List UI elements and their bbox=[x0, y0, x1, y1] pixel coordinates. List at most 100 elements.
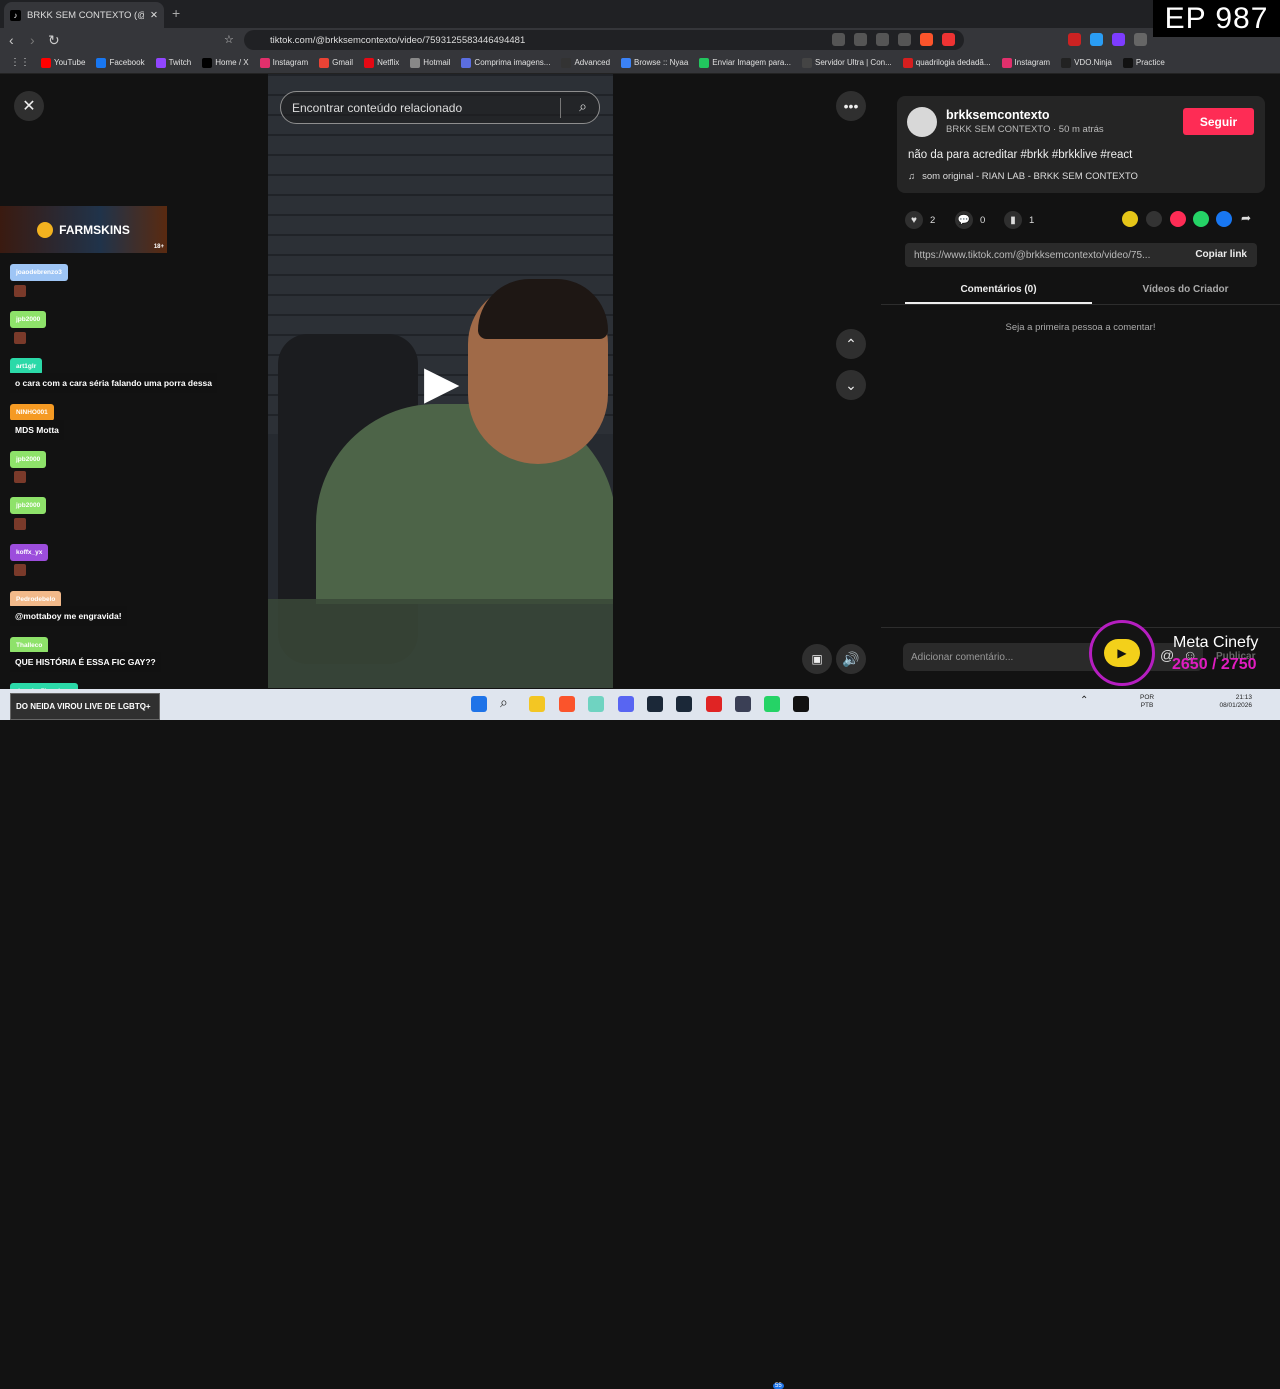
brave-icon[interactable] bbox=[559, 696, 575, 712]
share-icon[interactable] bbox=[898, 33, 911, 46]
bookmark-item[interactable]: Twitch bbox=[155, 57, 191, 68]
language-indicator[interactable]: POR PTB bbox=[1140, 694, 1154, 710]
app-icon[interactable] bbox=[647, 696, 663, 712]
bookmark-item[interactable]: VDO.Ninja bbox=[1061, 57, 1112, 68]
like-action[interactable]: ♥ 2 bbox=[905, 211, 935, 229]
post-link-field[interactable]: https://www.tiktok.com/@brkksemcontexto/… bbox=[905, 243, 1257, 267]
chevron-up-icon[interactable]: ⌃ bbox=[836, 329, 866, 359]
tray-chevron-icon[interactable]: ⌃ bbox=[1080, 695, 1088, 706]
bookmark-favicon-icon bbox=[319, 57, 330, 68]
post-username[interactable]: brkksemcontexto bbox=[946, 108, 1050, 122]
close-icon[interactable]: ✕ bbox=[14, 91, 44, 121]
comment-divider bbox=[881, 627, 1280, 628]
extension-icon[interactable] bbox=[1068, 33, 1081, 46]
tab-divider bbox=[881, 304, 1280, 305]
bookmark-item[interactable]: Comprima imagens... bbox=[461, 57, 550, 68]
chat-username: NINHO001 bbox=[10, 404, 54, 421]
bookmark-item[interactable]: Practice bbox=[1122, 57, 1165, 68]
url-text: tiktok.com/@brkksemcontexto/video/759312… bbox=[270, 34, 526, 46]
cinefy-play-icon: ▶ bbox=[1104, 639, 1140, 667]
whatsapp-icon[interactable] bbox=[1193, 211, 1209, 227]
tab-close-icon[interactable]: ✕ bbox=[150, 10, 158, 21]
tab-creator-videos[interactable]: Vídeos do Criador bbox=[1092, 280, 1279, 304]
bookmark-item[interactable]: Enviar Imagem para... bbox=[699, 57, 791, 68]
bookmark-favicon-icon bbox=[902, 57, 913, 68]
search-taskbar-icon[interactable]: ⌕ bbox=[500, 694, 516, 710]
browser-tab[interactable]: ♪ BRKK SEM CONTEXTO (@brkkse ✕ bbox=[4, 2, 164, 28]
play-icon[interactable]: ▶ bbox=[424, 359, 459, 405]
bookmark-item[interactable]: Instagram bbox=[259, 57, 308, 68]
new-tab-button[interactable]: + bbox=[172, 5, 180, 21]
discord-icon[interactable] bbox=[618, 696, 634, 712]
comment-action[interactable]: 💬 0 bbox=[955, 211, 985, 229]
follow-button[interactable]: Seguir bbox=[1183, 108, 1254, 135]
back-icon[interactable]: ‹ bbox=[9, 32, 14, 48]
file-explorer-icon[interactable] bbox=[529, 696, 545, 712]
tab-comments[interactable]: Comentários (0) bbox=[905, 280, 1092, 304]
steam-icon[interactable] bbox=[676, 696, 692, 712]
bookmark-item[interactable]: Servidor Ultra | Con... bbox=[802, 57, 892, 68]
picture-in-picture-icon[interactable]: ▣ bbox=[802, 644, 832, 674]
volume-icon[interactable]: 🔊 bbox=[836, 644, 866, 674]
whatsapp-taskbar-icon[interactable] bbox=[764, 696, 780, 712]
post-link-text: https://www.tiktok.com/@brkksemcontexto/… bbox=[914, 249, 1151, 261]
cast-icon[interactable] bbox=[854, 33, 867, 46]
chat-username: jpb2000 bbox=[10, 451, 47, 468]
bookmark-item[interactable]: quadrilogia dedadã... bbox=[902, 57, 991, 68]
brave-shield-icon[interactable] bbox=[920, 33, 933, 46]
bookmark-favicon-icon bbox=[1122, 57, 1133, 68]
chat-message: o cara com a cara séria falando uma porr… bbox=[10, 373, 218, 393]
zoom-icon[interactable] bbox=[876, 33, 889, 46]
post-sound[interactable]: ♫ som original - RIAN LAB - BRKK SEM CON… bbox=[908, 171, 1138, 182]
facebook-icon[interactable] bbox=[1216, 211, 1232, 227]
bookmark-favicon-icon bbox=[621, 57, 632, 68]
bookmark-item[interactable]: Advanced bbox=[561, 57, 610, 68]
related-search-input[interactable]: Encontrar conteúdo relacionado ⌕ bbox=[280, 91, 600, 124]
brave-rewards-icon[interactable] bbox=[942, 33, 955, 46]
save-action[interactable]: ▮ 1 bbox=[1004, 211, 1034, 229]
chat-username: koffx_yx bbox=[10, 544, 49, 561]
chat-message: @mottaboy me engravida! bbox=[10, 606, 127, 626]
bookmark-item[interactable]: Instagram bbox=[1001, 57, 1050, 68]
avatar[interactable] bbox=[907, 107, 937, 137]
extension-icon[interactable] bbox=[1112, 33, 1125, 46]
bookmark-item[interactable]: YouTube bbox=[41, 57, 85, 68]
bookmark-favicon-icon bbox=[96, 57, 107, 68]
comment-input[interactable]: Adicionar comentário... bbox=[903, 643, 1203, 671]
translate-icon[interactable] bbox=[832, 33, 845, 46]
comment-icon: 💬 bbox=[955, 211, 973, 229]
bookmark-item[interactable]: Gmail bbox=[319, 57, 353, 68]
share-arrow-icon[interactable]: ➦ bbox=[1241, 211, 1251, 225]
bookmark-star-icon[interactable]: ☆ bbox=[224, 32, 234, 48]
app-icon[interactable] bbox=[735, 696, 751, 712]
chat-emote bbox=[14, 518, 26, 530]
extension-icon[interactable] bbox=[1090, 33, 1103, 46]
music-note-icon: ♫ bbox=[908, 171, 916, 182]
app-icon[interactable] bbox=[588, 696, 604, 712]
search-icon[interactable]: ⌕ bbox=[579, 98, 587, 115]
epic-games-icon[interactable] bbox=[793, 696, 809, 712]
video-bottom-blur bbox=[268, 599, 613, 688]
chat-message: DO NEIDA VIROU LIVE DE LGBTQ+ bbox=[10, 693, 160, 720]
reload-icon[interactable]: ↻ bbox=[48, 32, 60, 48]
app-icon[interactable] bbox=[706, 696, 722, 712]
bookmark-item[interactable]: Home / X bbox=[202, 57, 249, 68]
more-options-icon[interactable]: ••• bbox=[836, 91, 866, 121]
video-player[interactable]: ▶ bbox=[268, 74, 613, 688]
meta-count: 2650 / 2750 bbox=[1172, 656, 1257, 673]
chevron-down-icon[interactable]: ⌄ bbox=[836, 370, 866, 400]
bookmark-item[interactable]: Netflix bbox=[364, 57, 399, 68]
share-embed-icon[interactable] bbox=[1122, 211, 1138, 227]
copy-link-button[interactable]: Copiar link bbox=[1195, 249, 1247, 260]
apps-grid-icon[interactable]: ⋮⋮ bbox=[10, 57, 30, 68]
chat-message: QUE HISTÓRIA É ESSA FIC GAY?? bbox=[10, 652, 161, 672]
bookmark-item[interactable]: Facebook bbox=[96, 57, 145, 68]
bookmark-item[interactable]: Browse :: Nyaa bbox=[621, 57, 688, 68]
code-icon[interactable] bbox=[1146, 211, 1162, 227]
forward-icon[interactable]: › bbox=[30, 32, 35, 48]
send-icon[interactable] bbox=[1170, 211, 1186, 227]
puzzle-icon[interactable] bbox=[1134, 33, 1147, 46]
bookmark-item[interactable]: Hotmail bbox=[410, 57, 450, 68]
windows-start-icon[interactable] bbox=[471, 696, 487, 712]
clock[interactable]: 21:13 08/01/2026 bbox=[1206, 694, 1252, 710]
